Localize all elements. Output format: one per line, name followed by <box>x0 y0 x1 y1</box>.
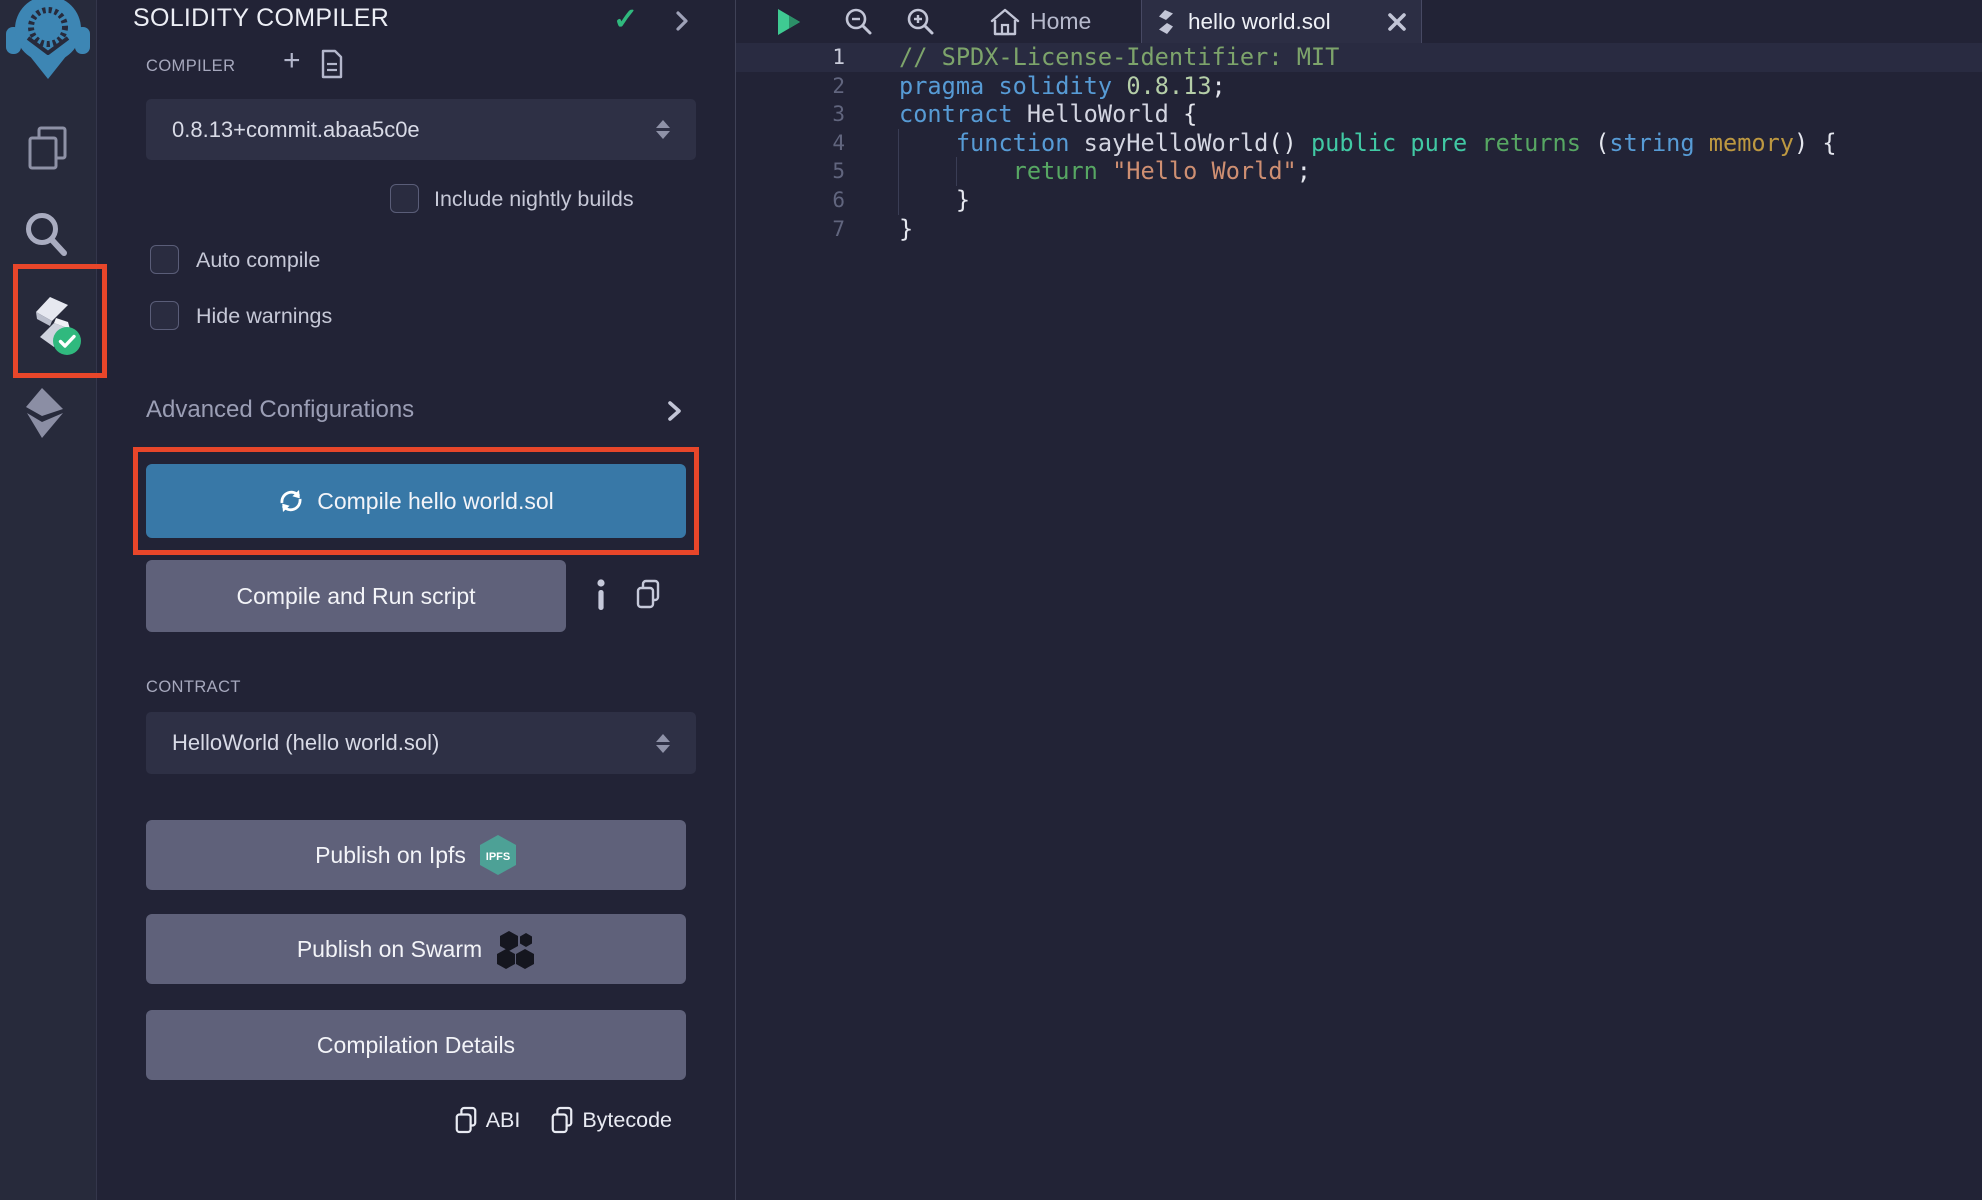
compilation-details-button[interactable]: Compilation Details <box>146 1010 686 1080</box>
advanced-configurations-toggle[interactable]: Advanced Configurations <box>146 396 414 424</box>
contract-select[interactable]: HelloWorld (hello world.sol) <box>146 712 696 774</box>
editor-pane: Home hello world.sol 1234567 // SPDX-Lic… <box>735 0 1982 1200</box>
sync-icon <box>278 488 304 514</box>
artifact-copy-row: ABI Bytecode <box>454 1104 672 1136</box>
run-script-play-icon[interactable] <box>774 8 804 36</box>
compile-and-run-button[interactable]: Compile and Run script <box>146 560 566 632</box>
copy-icon <box>454 1106 478 1134</box>
copy-icon <box>550 1106 574 1134</box>
close-tab-icon[interactable] <box>1387 12 1407 32</box>
home-tab-label: Home <box>1030 8 1091 35</box>
deploy-and-run-icon[interactable] <box>18 386 70 440</box>
code-line[interactable]: function sayHelloWorld() public pure ret… <box>899 129 1837 158</box>
bytecode-label: Bytecode <box>582 1108 672 1133</box>
editor-tab-bar: Home hello world.sol <box>736 0 1982 43</box>
compile-button[interactable]: Compile hello world.sol <box>146 464 686 538</box>
copy-bytecode-button[interactable]: Bytecode <box>550 1106 672 1134</box>
code-line[interactable]: } <box>899 215 1837 244</box>
line-number: 1 <box>736 43 845 72</box>
compiler-section-label: COMPILER <box>146 57 235 76</box>
hide-warnings-checkbox[interactable] <box>150 301 179 330</box>
compiler-version-value: 0.8.13+commit.abaa5c0e <box>172 117 656 143</box>
remix-logo-icon[interactable] <box>6 0 90 80</box>
compile-success-badge <box>52 326 82 356</box>
home-icon <box>990 8 1020 36</box>
ipfs-icon: IPFS <box>479 834 517 876</box>
svg-text:IPFS: IPFS <box>486 851 510 863</box>
line-number: 3 <box>736 100 845 129</box>
swarm-icon <box>495 929 535 969</box>
add-compiler-icon[interactable]: + <box>283 44 301 78</box>
line-number-gutter: 1234567 <box>736 43 845 243</box>
publish-ipfs-label: Publish on Ipfs <box>315 842 466 869</box>
code-line[interactable]: // SPDX-License-Identifier: MIT <box>899 43 1837 72</box>
search-icon[interactable] <box>22 210 70 260</box>
line-number: 6 <box>736 186 845 215</box>
solidity-compiler-panel: SOLIDITY COMPILER ✓ COMPILER + 0.8.13+co… <box>97 0 735 1200</box>
line-number: 5 <box>736 157 845 186</box>
panel-collapse-chevron-icon[interactable] <box>671 8 693 34</box>
compilation-details-label: Compilation Details <box>317 1032 515 1059</box>
file-explorer-icon[interactable] <box>24 124 72 172</box>
panel-title: SOLIDITY COMPILER <box>133 4 389 33</box>
select-arrows-icon <box>656 734 670 753</box>
advanced-expand-chevron-icon[interactable] <box>663 398 685 424</box>
copy-script-icon[interactable] <box>633 578 663 610</box>
code-line[interactable]: } <box>899 186 1837 215</box>
line-number: 4 <box>736 129 845 158</box>
code-line[interactable]: contract HelloWorld { <box>899 100 1837 129</box>
active-tab-label: hello world.sol <box>1188 9 1375 35</box>
line-number: 7 <box>736 215 845 244</box>
info-icon[interactable] <box>592 574 610 614</box>
zoom-in-icon[interactable] <box>904 6 936 38</box>
compile-button-label: Compile hello world.sol <box>317 488 554 515</box>
code-line[interactable]: pragma solidity 0.8.13; <box>899 72 1837 101</box>
include-nightly-label: Include nightly builds <box>434 187 634 212</box>
contract-section-label: CONTRACT <box>146 678 241 697</box>
copy-abi-button[interactable]: ABI <box>454 1106 521 1134</box>
line-number: 2 <box>736 72 845 101</box>
code-lines: // SPDX-License-Identifier: MITpragma so… <box>899 43 1837 243</box>
include-nightly-checkbox[interactable] <box>390 184 419 213</box>
publish-ipfs-button[interactable]: Publish on Ipfs IPFS <box>146 820 686 890</box>
compile-status-check-icon: ✓ <box>613 2 638 37</box>
auto-compile-label: Auto compile <box>196 248 320 273</box>
code-line[interactable]: return "Hello World"; <box>899 157 1837 186</box>
auto-compile-checkbox[interactable] <box>150 245 179 274</box>
code-editor[interactable]: 1234567 // SPDX-License-Identifier: MITp… <box>736 43 1982 1200</box>
solidity-file-icon <box>1156 9 1176 35</box>
publish-swarm-label: Publish on Swarm <box>297 936 482 963</box>
contract-select-value: HelloWorld (hello world.sol) <box>172 730 656 756</box>
select-arrows-icon <box>656 120 670 139</box>
abi-label: ABI <box>486 1108 521 1133</box>
hide-warnings-label: Hide warnings <box>196 304 332 329</box>
compile-and-run-label: Compile and Run script <box>236 583 475 610</box>
compiler-config-file-icon[interactable] <box>319 48 345 80</box>
compiler-version-select[interactable]: 0.8.13+commit.abaa5c0e <box>146 99 696 160</box>
icon-bar <box>0 0 97 1200</box>
publish-swarm-button[interactable]: Publish on Swarm <box>146 914 686 984</box>
tab-home[interactable]: Home <box>990 0 1091 43</box>
zoom-out-icon[interactable] <box>842 6 874 38</box>
tab-hello-world-sol[interactable]: hello world.sol <box>1141 0 1422 43</box>
